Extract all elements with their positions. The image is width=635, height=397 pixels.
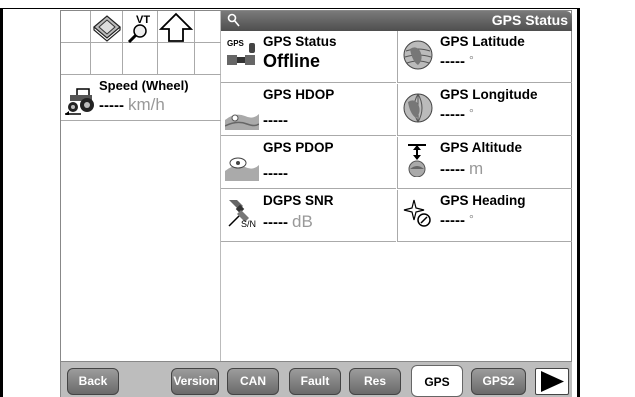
softkey-empty: [195, 11, 221, 43]
tile-label: GPS Status: [263, 34, 337, 49]
next-page-button[interactable]: [535, 368, 569, 395]
bottom-navigation-bar: Back Version CAN Fault Res GPS GPS2: [61, 361, 572, 397]
page-title: GPS Status: [491, 12, 568, 28]
magnifier-icon: VT: [127, 14, 150, 43]
tile-value: -----: [263, 112, 288, 129]
tile-gps-altitude: GPS Altitude ----- m: [397, 137, 572, 189]
map-pdop-icon: [225, 157, 259, 181]
key-icon: [227, 13, 240, 27]
tile-gps-hdop: GPS HDOP -----: [221, 84, 396, 136]
map-hdop-icon: [225, 114, 259, 130]
gps-status-panel: GPS Status GPS GPS Status Offline GPS La…: [221, 11, 572, 361]
play-arrow-icon: [541, 371, 564, 392]
tile-gps-latitude: GPS Latitude ----- °: [397, 31, 572, 83]
vt-search-softkey[interactable]: VT: [123, 11, 158, 43]
svg-text:VT: VT: [136, 14, 150, 26]
outer-frame-top: [0, 8, 580, 9]
snr-satellite-icon: S/N: [228, 200, 256, 229]
softkey-empty: [195, 43, 221, 75]
compass-icon: [403, 199, 431, 227]
vt-screen: VT Speed (Wheel) ----- km/h GPS Status G…: [60, 10, 572, 397]
tile-value: Offline: [263, 51, 320, 71]
tile-label: GPS Heading: [440, 193, 526, 208]
speed-label: Speed (Wheel): [99, 78, 189, 93]
outer-frame-left: [0, 8, 3, 397]
softkey-empty: [61, 11, 91, 43]
tractor-icon: [65, 88, 94, 115]
softkey-empty: [61, 43, 91, 75]
globe-latitude-icon: [403, 40, 433, 70]
up-arrow-icon: [158, 12, 194, 42]
book-softkey[interactable]: [91, 11, 123, 43]
tab-res[interactable]: Res: [349, 368, 401, 395]
back-button[interactable]: Back: [67, 368, 119, 395]
left-panel: VT Speed (Wheel) ----- km/h: [61, 11, 221, 361]
tile-gps-pdop: GPS PDOP -----: [221, 137, 396, 189]
tile-value: ----- °: [440, 106, 474, 123]
title-bar: GPS Status: [221, 11, 572, 31]
tab-gps[interactable]: GPS: [411, 365, 463, 397]
up-arrow-softkey[interactable]: [158, 11, 195, 43]
tile-label: GPS Altitude: [440, 140, 523, 155]
book-icon: [93, 15, 121, 42]
altitude-icon: [408, 144, 426, 177]
back-button-label: Back: [78, 374, 108, 388]
satellite-icon: [227, 43, 255, 65]
tile-label: GPS PDOP: [263, 140, 334, 155]
tile-label: GPS Latitude: [440, 34, 525, 49]
softkey-empty: [123, 43, 158, 75]
tile-value: -----: [263, 165, 288, 182]
tile-dgps-snr: S/N DGPS SNR ----- dB: [221, 190, 396, 242]
tile-gps-longitude: GPS Longitude ----- °: [397, 84, 572, 136]
svg-text:S/N: S/N: [241, 219, 256, 229]
speed-wheel-readout: Speed (Wheel) ----- km/h: [61, 75, 221, 121]
softkey-empty: [158, 43, 195, 75]
softkey-grid: VT: [61, 11, 221, 75]
tile-value: ----- dB: [263, 212, 313, 231]
tile-label: GPS HDOP: [263, 87, 335, 102]
softkey-empty: [91, 43, 123, 75]
version-button[interactable]: Version: [171, 368, 219, 395]
speed-unit: km/h: [127, 95, 165, 114]
tab-fault[interactable]: Fault: [289, 368, 341, 395]
tile-value: ----- °: [440, 212, 474, 229]
tile-gps-heading: GPS Heading ----- °: [397, 190, 572, 242]
tile-value: ----- m: [440, 159, 484, 178]
tab-gps2[interactable]: GPS2: [471, 368, 526, 395]
globe-longitude-icon: [403, 93, 433, 123]
outer-frame-right: [577, 8, 580, 397]
tab-can[interactable]: CAN: [227, 368, 279, 395]
tile-label: DGPS SNR: [263, 193, 334, 208]
tile-gps-status: GPS GPS Status Offline: [221, 31, 396, 83]
tile-label: GPS Longitude: [440, 87, 538, 102]
speed-value: ----- km/h: [99, 95, 165, 114]
tile-value: ----- °: [440, 53, 474, 70]
